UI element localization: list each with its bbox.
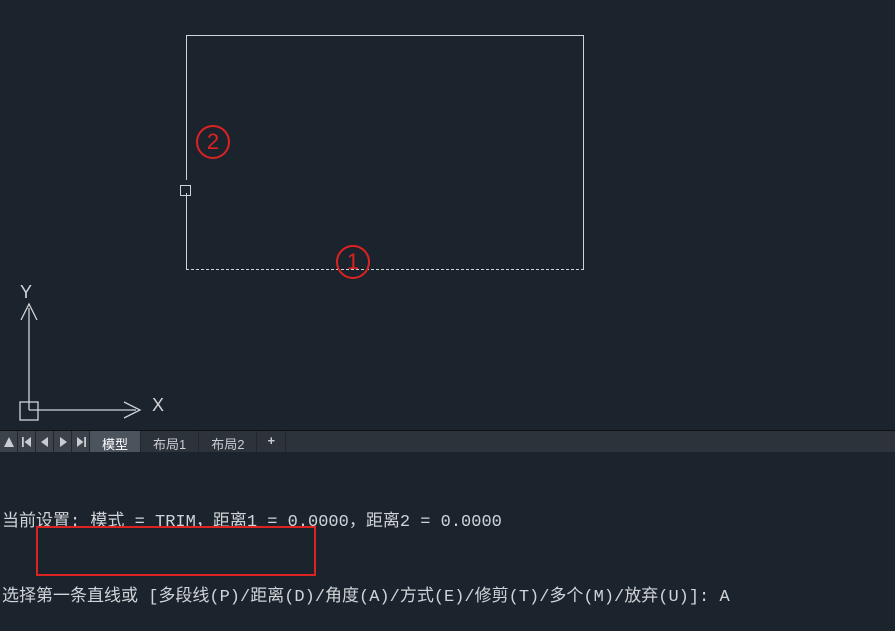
drawing-canvas[interactable]: 1 2 X Y	[0, 0, 895, 430]
ucs-y-label: Y	[20, 282, 32, 303]
layout-tabbar: 模型 布局1 布局2 +	[0, 430, 895, 452]
tab-nav-buttons	[0, 431, 90, 452]
rect-edge-left-lower[interactable]	[186, 193, 187, 270]
tab-layout1[interactable]: 布局1	[141, 431, 199, 452]
annotation-1: 1	[336, 245, 370, 279]
cmd-history-line: 选择第一条直线或 [多段线(P)/距离(D)/角度(A)/方式(E)/修剪(T)…	[2, 585, 893, 610]
rect-edge-top[interactable]	[186, 35, 584, 36]
tab-layout2[interactable]: 布局2	[199, 431, 257, 452]
ucs-icon: X Y	[12, 280, 162, 430]
tab-next-button[interactable]	[54, 431, 72, 452]
tab-model[interactable]: 模型	[90, 431, 141, 452]
rectangle-object[interactable]: 1 2	[186, 35, 584, 270]
command-line-area[interactable]: 当前设置: 模式 = TRIM，距离1 = 0.0000，距离2 = 0.000…	[0, 452, 895, 631]
rect-edge-right[interactable]	[583, 35, 584, 270]
ucs-x-label: X	[152, 395, 164, 416]
rect-edge-left-upper[interactable]	[186, 35, 187, 180]
tab-add[interactable]: +	[257, 431, 286, 452]
cursor-pickbox[interactable]	[180, 185, 191, 196]
cmd-history-line: 当前设置: 模式 = TRIM，距离1 = 0.0000，距离2 = 0.000…	[2, 510, 893, 535]
annotation-2: 2	[196, 125, 230, 159]
tab-last-button[interactable]	[72, 431, 90, 452]
tab-menu-button[interactable]	[0, 431, 18, 452]
rect-edge-bottom-selected[interactable]	[186, 269, 584, 270]
tab-first-button[interactable]	[18, 431, 36, 452]
tab-prev-button[interactable]	[36, 431, 54, 452]
